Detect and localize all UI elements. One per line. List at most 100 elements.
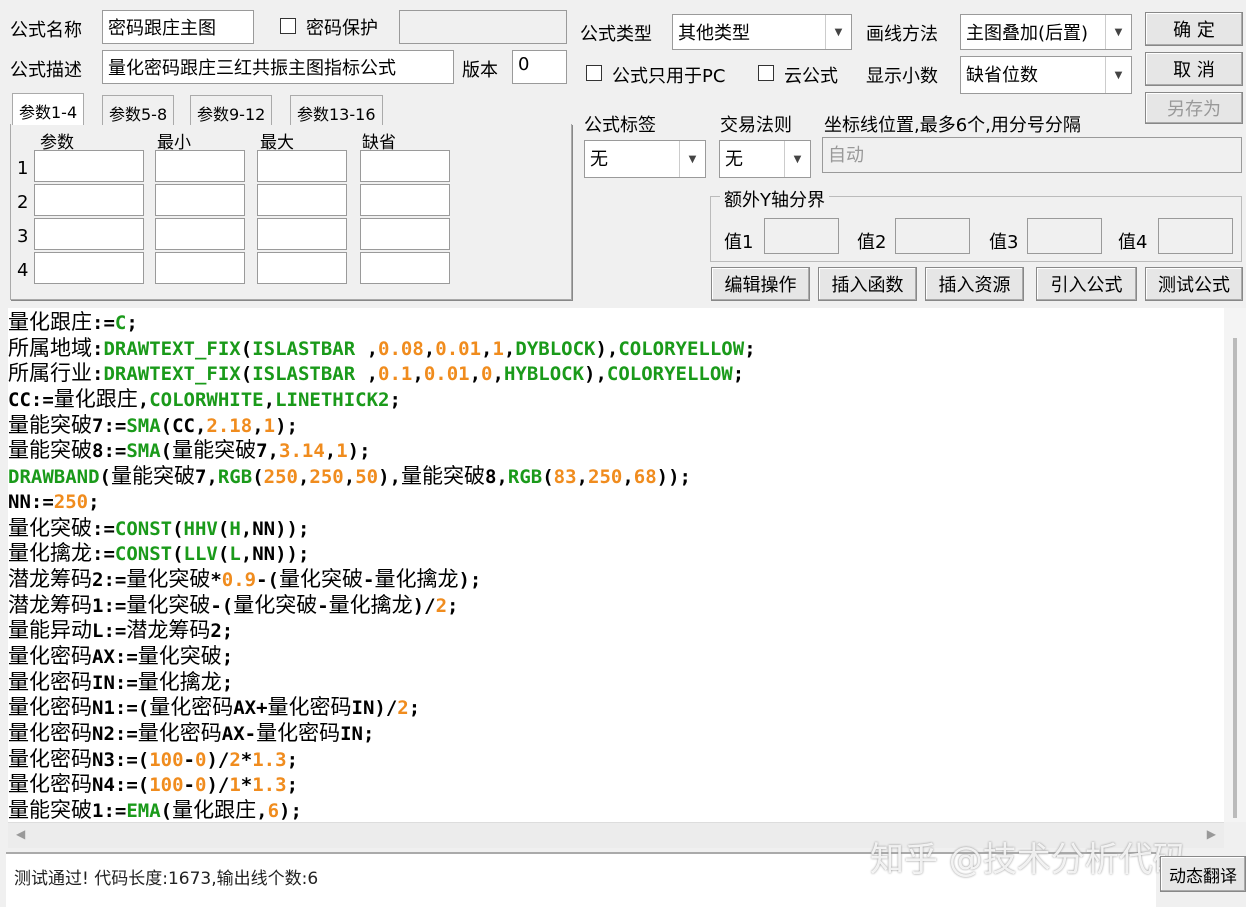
operator-token: ), xyxy=(584,363,607,386)
tab-params-9-12[interactable]: 参数9-12 xyxy=(190,95,273,125)
operator-token: := xyxy=(92,312,115,334)
param-default-input[interactable] xyxy=(360,150,450,182)
param-max-input[interactable] xyxy=(257,150,347,182)
param-max-input[interactable] xyxy=(257,218,347,250)
password-protect-checkbox[interactable] xyxy=(280,18,296,34)
param-name-input[interactable] xyxy=(34,218,144,250)
tab-params-13-16[interactable]: 参数13-16 xyxy=(290,95,383,125)
edit-operation-button[interactable]: 编辑操作 xyxy=(711,267,810,301)
param-default-input[interactable] xyxy=(360,218,450,250)
param-min-input[interactable] xyxy=(155,150,245,182)
operator-token: * xyxy=(210,568,222,591)
trade-rule-value: 无 xyxy=(725,149,743,170)
param-max-input[interactable] xyxy=(257,184,347,216)
param-min-input[interactable] xyxy=(155,184,245,216)
scroll-right-icon[interactable]: ▶ xyxy=(1207,827,1216,841)
keyword-token: COLORWHITE xyxy=(149,389,264,412)
operator-token: , xyxy=(481,337,493,360)
keyword-token: CONST xyxy=(114,517,173,540)
code-editor[interactable]: 量化跟庄:=C; 所属地域:DRAWTEXT_FIX(ISLASTBAR ,0.0… xyxy=(8,308,1224,822)
number-token: 100 xyxy=(149,748,184,771)
value4-input[interactable] xyxy=(1158,218,1233,254)
keyword-token: DRAWTEXT_FIX xyxy=(103,337,241,360)
param-default-input[interactable] xyxy=(360,184,450,216)
identifier-token: 所属行业 xyxy=(8,361,92,386)
cancel-button[interactable]: 取 消 xyxy=(1145,52,1243,86)
operator-token: 8, xyxy=(484,466,508,489)
keyword-token: C xyxy=(114,312,127,334)
keyword-token: COLORYELLOW xyxy=(606,363,733,386)
keyword-token: RGB xyxy=(217,466,253,489)
code-line: 量化突破:=CONST(HHV(H,NN)); xyxy=(8,516,1224,542)
ok-button[interactable]: 确 定 xyxy=(1145,12,1243,46)
param-min-input[interactable] xyxy=(155,218,245,250)
operator-token: ); xyxy=(347,440,371,463)
draw-method-select[interactable]: 主图叠加(后置) ▼ xyxy=(960,14,1132,50)
save-as-button[interactable]: 另存为 xyxy=(1145,92,1243,124)
identifier-token: 量化密码 xyxy=(8,643,92,668)
code-line: NN:=250; xyxy=(8,490,1224,516)
operator-token: IN:= xyxy=(92,671,138,694)
identifier-token: 量化密码 xyxy=(149,695,234,720)
keyword-token: COLORYELLOW xyxy=(618,337,745,360)
number-token: 1 xyxy=(263,414,276,437)
scroll-left-icon[interactable]: ◀ xyxy=(16,827,25,841)
test-formula-button[interactable]: 测试公式 xyxy=(1145,267,1243,301)
import-formula-button[interactable]: 引入公式 xyxy=(1036,267,1137,301)
operator-token: ; xyxy=(408,697,421,720)
operator-token: , xyxy=(252,414,264,437)
formula-tag-select[interactable]: 无 ▼ xyxy=(584,140,706,178)
code-line: 量化密码N4:=(100-0)/1*1.3; xyxy=(8,772,1224,798)
coord-line-input[interactable]: 自动 xyxy=(822,137,1242,173)
operator-token: ; xyxy=(221,645,234,668)
keyword-token: EMA xyxy=(126,800,161,822)
identifier-token: 量化擒龙 xyxy=(328,592,413,617)
number-token: 250 xyxy=(588,466,623,489)
value2-input[interactable] xyxy=(895,218,970,254)
dynamic-translate-button[interactable]: 动态翻译 xyxy=(1160,856,1246,892)
number-token: 250 xyxy=(53,490,89,513)
operator-token: ( xyxy=(172,543,184,566)
code-line: 量能异动L:=潜龙筹码2; xyxy=(8,618,1224,644)
operator-token: ; xyxy=(88,490,100,513)
decimals-select[interactable]: 缺省位数 ▼ xyxy=(960,56,1132,94)
operator-token: ( xyxy=(542,466,554,489)
formula-name-label: 公式名称 xyxy=(10,20,82,41)
pc-only-checkbox[interactable] xyxy=(586,65,602,81)
param-row-number: 2 xyxy=(17,192,29,213)
param-name-input[interactable] xyxy=(34,150,144,182)
trade-rule-select[interactable]: 无 ▼ xyxy=(719,140,811,178)
vertical-scrollbar[interactable] xyxy=(1224,308,1246,822)
tab-params-5-8[interactable]: 参数5-8 xyxy=(102,95,175,125)
operator-token: , xyxy=(297,466,310,489)
operator-token: - xyxy=(363,568,375,591)
formula-name-input[interactable]: 密码跟庄主图 xyxy=(102,10,254,44)
operator-token: , xyxy=(263,389,276,412)
cloud-checkbox[interactable] xyxy=(758,65,774,81)
password-input[interactable] xyxy=(399,10,567,44)
operator-token: IN; xyxy=(340,723,375,745)
identifier-token: 量化密码 xyxy=(267,695,352,720)
param-max-input[interactable] xyxy=(257,252,347,284)
draw-method-label: 画线方法 xyxy=(866,24,938,45)
operator-token: N4:=( xyxy=(92,774,150,797)
code-line: 量能突破1:=EMA(量化跟庄,6); xyxy=(8,798,1224,822)
keyword-token: LINETHICK2 xyxy=(275,389,390,412)
value3-input[interactable] xyxy=(1027,218,1102,254)
param-name-input[interactable] xyxy=(34,184,144,216)
operator-token: ), xyxy=(378,466,401,489)
operator-token: ; xyxy=(447,594,459,617)
code-line: 量化密码N3:=(100-0)/2*1.3; xyxy=(8,747,1224,773)
code-line: 潜龙筹码2:=量化突破*0.9-(量化突破-量化擒龙); xyxy=(8,567,1224,593)
insert-function-button[interactable]: 插入函数 xyxy=(818,267,917,301)
param-default-input[interactable] xyxy=(360,252,450,284)
value1-input[interactable] xyxy=(764,218,839,254)
keyword-token: SMA xyxy=(126,414,161,437)
formula-type-select[interactable]: 其他类型 ▼ xyxy=(672,14,852,50)
formula-desc-input[interactable]: 量化密码跟庄三红共振主图指标公式 xyxy=(102,50,454,84)
param-name-input[interactable] xyxy=(34,252,144,284)
tab-params-1-4[interactable]: 参数1-4 xyxy=(12,93,85,125)
version-input[interactable]: 0 xyxy=(512,50,567,84)
param-min-input[interactable] xyxy=(155,252,245,284)
insert-resource-button[interactable]: 插入资源 xyxy=(925,267,1024,301)
